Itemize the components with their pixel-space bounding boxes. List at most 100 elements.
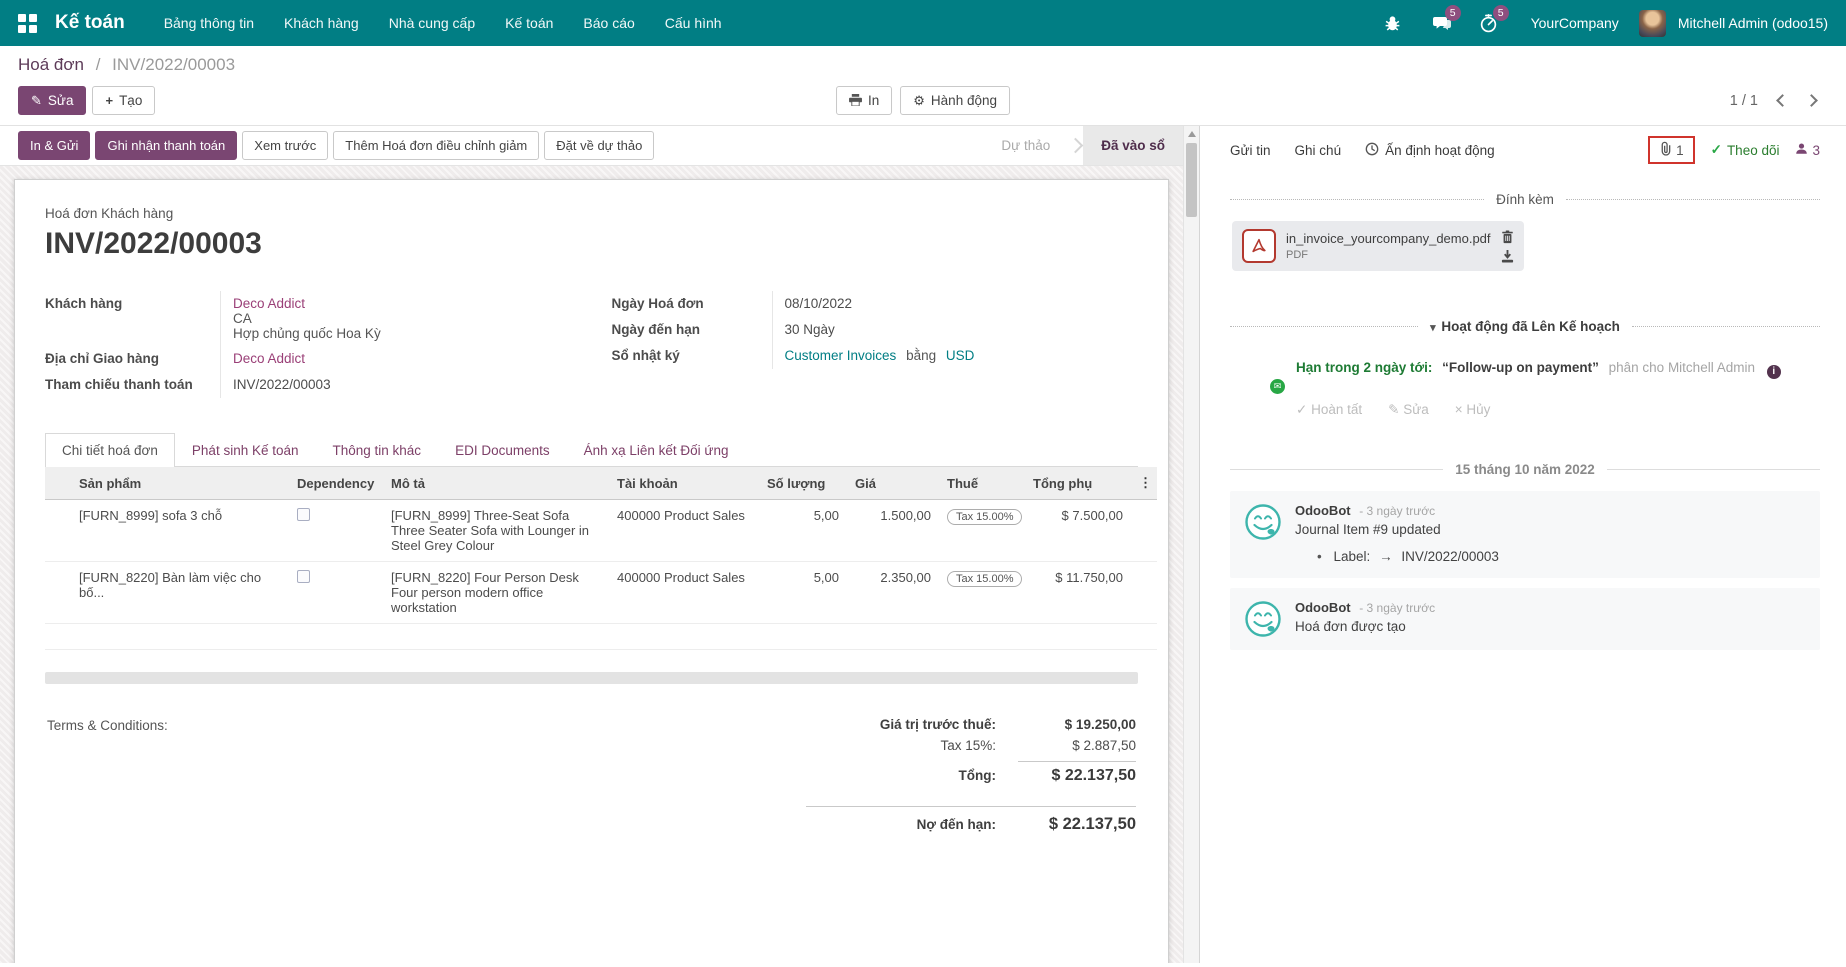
action-button[interactable]: ⚙ Hành động (900, 86, 1010, 115)
journal-link[interactable]: Customer Invoices (785, 348, 897, 363)
cell-price[interactable]: 2.350,00 (847, 562, 939, 624)
odoobot-avatar (1244, 503, 1282, 541)
cell-price[interactable]: 1.500,00 (847, 500, 939, 562)
info-icon[interactable]: i (1767, 365, 1781, 379)
horizontal-scrollbar[interactable] (45, 672, 1138, 684)
log-note-button[interactable]: Ghi chú (1295, 143, 1342, 158)
col-subtotal[interactable]: Tổng phụ (1025, 467, 1131, 500)
col-quantity[interactable]: Số lượng (759, 467, 847, 500)
activity-assignee: phân cho Mitchell Admin (1609, 360, 1755, 375)
company-switcher[interactable]: YourCompany (1531, 15, 1619, 31)
send-message-button[interactable]: Gửi tin (1230, 143, 1271, 158)
message-body: Hoá đơn được tạo (1295, 619, 1435, 634)
state-draft[interactable]: Dự thảo (983, 126, 1068, 165)
check-icon: ✓ (1711, 142, 1722, 158)
attachment-card[interactable]: in_invoice_yourcompany_demo.pdf PDF (1232, 221, 1524, 271)
chatter-message: OdooBot - 3 ngày trước Journal Item #9 u… (1230, 491, 1820, 578)
currency-link[interactable]: USD (946, 348, 975, 363)
attachment-count: 1 (1676, 143, 1684, 158)
plus-icon: + (105, 94, 113, 107)
terms-label[interactable]: Terms & Conditions: (47, 714, 168, 837)
cell-product[interactable]: [FURN_8999] sofa 3 chỗ (71, 500, 289, 562)
preview-button[interactable]: Xem trước (242, 131, 328, 160)
invoice-line-row[interactable]: [FURN_8999] sofa 3 chỗ [FURN_8999] Three… (45, 500, 1157, 562)
tab-edi-documents[interactable]: EDI Documents (438, 433, 567, 467)
invoice-date-value[interactable]: 08/10/2022 (772, 291, 1139, 317)
edit-activity-button[interactable]: ✎ Sửa (1388, 402, 1429, 418)
pager-previous-icon[interactable] (1776, 94, 1789, 107)
message-time: - 3 ngày trước (1359, 504, 1435, 518)
edit-button[interactable]: ✎ Sửa (18, 86, 86, 115)
nav-customers[interactable]: Khách hàng (271, 0, 372, 46)
due-date-label: Ngày đến hạn (612, 317, 772, 343)
col-price[interactable]: Giá (847, 467, 939, 500)
download-attachment-icon[interactable] (1501, 250, 1514, 263)
message-author[interactable]: OdooBot (1295, 600, 1351, 615)
cell-description[interactable]: [FURN_8220] Four Person Desk Four person… (383, 562, 609, 624)
statusbar: In & Gửi Ghi nhận thanh toán Xem trước T… (0, 126, 1199, 166)
user-menu[interactable]: Mitchell Admin (odoo15) (1678, 15, 1828, 31)
scrollbar-thumb[interactable] (1186, 143, 1197, 217)
cell-product[interactable]: [FURN_8220] Bàn làm việc cho bố... (71, 562, 289, 624)
add-credit-note-button[interactable]: Thêm Hoá đơn điều chỉnh giảm (333, 131, 539, 160)
col-dependency[interactable]: Dependency (289, 467, 383, 500)
nav-dashboard[interactable]: Bảng thông tin (151, 0, 267, 46)
app-name[interactable]: Kế toán (55, 12, 125, 34)
activity-user-avatar: ✉ (1244, 354, 1282, 392)
dependency-checkbox[interactable] (297, 570, 310, 583)
customer-state: CA (233, 311, 572, 326)
cell-quantity[interactable]: 5,00 (759, 562, 847, 624)
message-author[interactable]: OdooBot (1295, 503, 1351, 518)
nav-accounting[interactable]: Kế toán (492, 0, 566, 46)
cell-quantity[interactable]: 5,00 (759, 500, 847, 562)
payment-reference-value[interactable]: INV/2022/00003 (220, 372, 572, 398)
col-product[interactable]: Sản phẩm (71, 467, 289, 500)
optional-columns-icon[interactable]: ⋮ (1131, 467, 1157, 500)
attachments-separator: Đính kèm (1230, 192, 1820, 207)
dependency-checkbox[interactable] (297, 508, 310, 521)
send-print-button[interactable]: In & Gửi (18, 131, 90, 160)
tab-counterpart-mapping[interactable]: Ánh xạ Liên kết Đối ứng (567, 433, 746, 467)
reset-to-draft-button[interactable]: Đặt về dự thảo (544, 131, 654, 160)
vertical-scrollbar[interactable] (1183, 126, 1199, 963)
scroll-up-icon[interactable] (1188, 131, 1196, 137)
cancel-activity-button[interactable]: × Hủy (1455, 402, 1491, 418)
register-payment-button[interactable]: Ghi nhận thanh toán (95, 131, 237, 160)
planned-activities-title[interactable]: ▾ Hoạt động đã Lên Kế hoạch (1430, 319, 1620, 334)
mark-done-button[interactable]: ✓ Hoàn tất (1296, 402, 1362, 418)
create-button[interactable]: + Tạo (92, 86, 155, 115)
delete-attachment-icon[interactable] (1501, 230, 1514, 244)
debug-bug-icon[interactable] (1382, 12, 1404, 34)
followers-button[interactable]: 3 (1795, 142, 1820, 158)
col-description[interactable]: Mô tả (383, 467, 609, 500)
due-date-value[interactable]: 30 Ngày (772, 317, 1139, 343)
cell-account[interactable]: 400000 Product Sales (609, 500, 759, 562)
breadcrumb: Hoá đơn / INV/2022/00003 (18, 55, 1828, 75)
print-button[interactable]: In (836, 86, 892, 115)
tab-journal-items[interactable]: Phát sinh Kế toán (175, 433, 316, 467)
follow-button[interactable]: ✓ Theo dõi (1711, 142, 1780, 158)
attachment-filename[interactable]: in_invoice_yourcompany_demo.pdf (1286, 231, 1491, 246)
col-account[interactable]: Tài khoản (609, 467, 759, 500)
activities-icon[interactable]: 5 (1478, 12, 1500, 34)
cell-description[interactable]: [FURN_8999] Three-Seat Sofa Three Seater… (383, 500, 609, 562)
nav-reporting[interactable]: Báo cáo (570, 0, 647, 46)
pdf-file-icon (1242, 229, 1276, 263)
tab-other-info[interactable]: Thông tin khác (316, 433, 439, 467)
customer-link[interactable]: Deco Addict (233, 296, 305, 311)
delivery-address-link[interactable]: Deco Addict (233, 351, 305, 366)
messages-icon[interactable]: 5 (1430, 12, 1452, 34)
state-posted[interactable]: Đã vào sổ (1083, 126, 1183, 165)
nav-configuration[interactable]: Cấu hình (652, 0, 735, 46)
cell-account[interactable]: 400000 Product Sales (609, 562, 759, 624)
nav-vendors[interactable]: Nhà cung cấp (376, 0, 488, 46)
invoice-line-row[interactable]: [FURN_8220] Bàn làm việc cho bố... [FURN… (45, 562, 1157, 624)
breadcrumb-parent[interactable]: Hoá đơn (18, 55, 84, 74)
pager-next-icon[interactable] (1805, 94, 1818, 107)
apps-menu-icon[interactable] (18, 14, 37, 33)
schedule-activity-button[interactable]: Ấn định hoạt động (1365, 142, 1495, 159)
attachments-button[interactable]: 1 (1648, 136, 1695, 164)
col-tax[interactable]: Thuế (939, 467, 1025, 500)
tab-invoice-lines[interactable]: Chi tiết hoá đơn (45, 433, 175, 467)
empty-line-row[interactable] (45, 624, 1157, 650)
